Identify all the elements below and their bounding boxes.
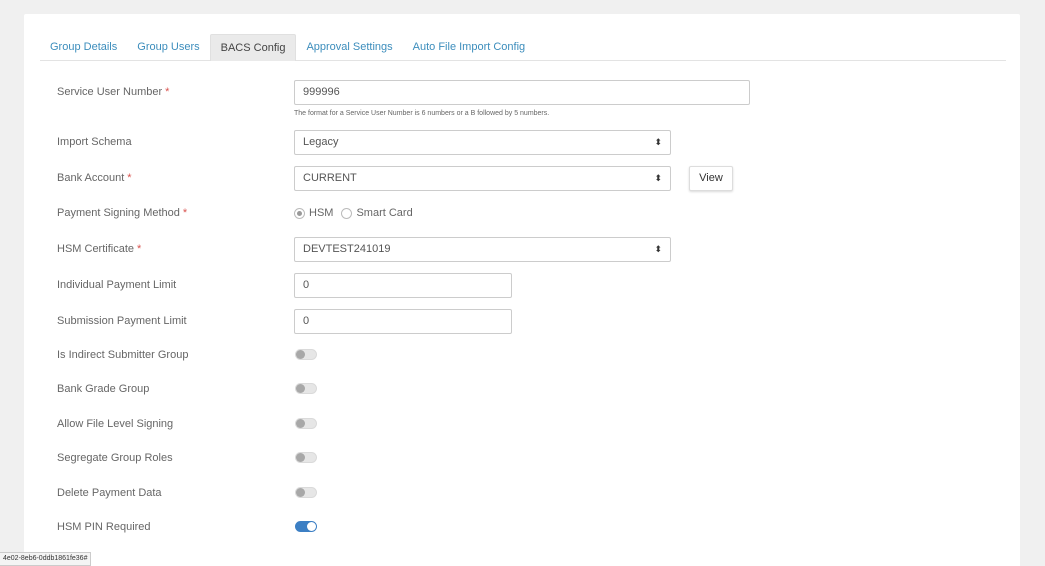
browser-status-bar: 4e02-8eb6-0ddb1861fe36# xyxy=(0,552,92,566)
radio-option-smart-card[interactable]: Smart Card xyxy=(341,207,413,219)
import-schema-label: Import Schema xyxy=(57,136,132,148)
select-caret-icon: ⬍ xyxy=(654,173,662,183)
submission-payment-limit-label: Submission Payment Limit xyxy=(57,315,187,327)
file-level-signing-toggle[interactable] xyxy=(295,418,317,429)
hsm-certificate-select[interactable]: DEVTEST241019 ⬍ xyxy=(294,237,671,262)
hsm-certificate-label: HSM Certificate * xyxy=(57,243,141,255)
radio-smart-card[interactable] xyxy=(341,207,353,219)
bank-account-label: Bank Account * xyxy=(57,172,132,184)
radio-smart-card-label: Smart Card xyxy=(356,207,413,219)
select-caret-icon: ⬍ xyxy=(654,137,662,147)
import-schema-value: Legacy xyxy=(303,136,339,148)
indirect-submitter-toggle[interactable] xyxy=(295,349,317,360)
tab-group-users[interactable]: Group Users xyxy=(127,34,209,61)
required-mark: * xyxy=(182,207,188,219)
delete-payment-data-label: Delete Payment Data xyxy=(57,487,162,499)
bank-grade-group-label: Bank Grade Group xyxy=(57,383,150,395)
required-mark: * xyxy=(165,86,170,98)
tab-approval-settings[interactable]: Approval Settings xyxy=(296,34,402,61)
individual-payment-limit-input[interactable]: 0 xyxy=(294,273,512,298)
tab-bacs-config[interactable]: BACS Config xyxy=(209,34,297,61)
individual-payment-limit-label: Individual Payment Limit xyxy=(57,279,177,291)
payment-signing-method-label-text: Payment Signing Method xyxy=(57,207,180,219)
bank-account-value: CURRENT xyxy=(303,172,357,184)
file-level-signing-label: Allow File Level Signing xyxy=(57,418,174,430)
service-user-number-label: Service User Number * xyxy=(57,86,169,98)
hsm-pin-required-label: HSM PIN Required xyxy=(57,521,151,533)
view-bank-account-button[interactable]: View xyxy=(689,166,733,191)
radio-option-hsm[interactable]: HSM xyxy=(294,207,333,219)
bank-grade-group-toggle[interactable] xyxy=(295,383,317,394)
required-mark: * xyxy=(127,172,132,184)
delete-payment-data-toggle[interactable] xyxy=(295,487,317,498)
segregate-group-roles-toggle[interactable] xyxy=(295,452,317,463)
config-panel: Group Details Group Users BACS Config Ap… xyxy=(24,14,1020,566)
submission-payment-limit-input[interactable]: 0 xyxy=(294,309,512,334)
payment-signing-method-radios: HSM Smart Card xyxy=(294,207,421,219)
required-mark: * xyxy=(137,243,142,255)
tab-bar: Group Details Group Users BACS Config Ap… xyxy=(40,34,1006,61)
bank-account-select[interactable]: CURRENT ⬍ xyxy=(294,166,671,191)
service-user-number-label-text: Service User Number xyxy=(57,86,163,98)
import-schema-select[interactable]: Legacy ⬍ xyxy=(294,130,671,155)
radio-hsm[interactable] xyxy=(294,207,305,219)
indirect-submitter-label: Is Indirect Submitter Group xyxy=(57,349,189,361)
segregate-group-roles-label: Segregate Group Roles xyxy=(57,452,173,464)
hsm-certificate-value: DEVTEST241019 xyxy=(303,243,391,255)
tab-group-details[interactable]: Group Details xyxy=(40,34,127,61)
payment-signing-method-label: Payment Signing Method * xyxy=(57,207,187,219)
radio-hsm-label: HSM xyxy=(309,207,334,219)
tab-auto-file-import-config[interactable]: Auto File Import Config xyxy=(403,34,536,61)
select-caret-icon: ⬍ xyxy=(654,244,662,254)
service-user-number-help: The format for a Service User Number is … xyxy=(294,110,550,117)
service-user-number-input[interactable]: 999996 xyxy=(294,80,750,105)
bank-account-label-text: Bank Account xyxy=(57,172,125,184)
hsm-pin-required-toggle[interactable] xyxy=(295,521,317,532)
hsm-certificate-label-text: HSM Certificate xyxy=(57,243,135,255)
